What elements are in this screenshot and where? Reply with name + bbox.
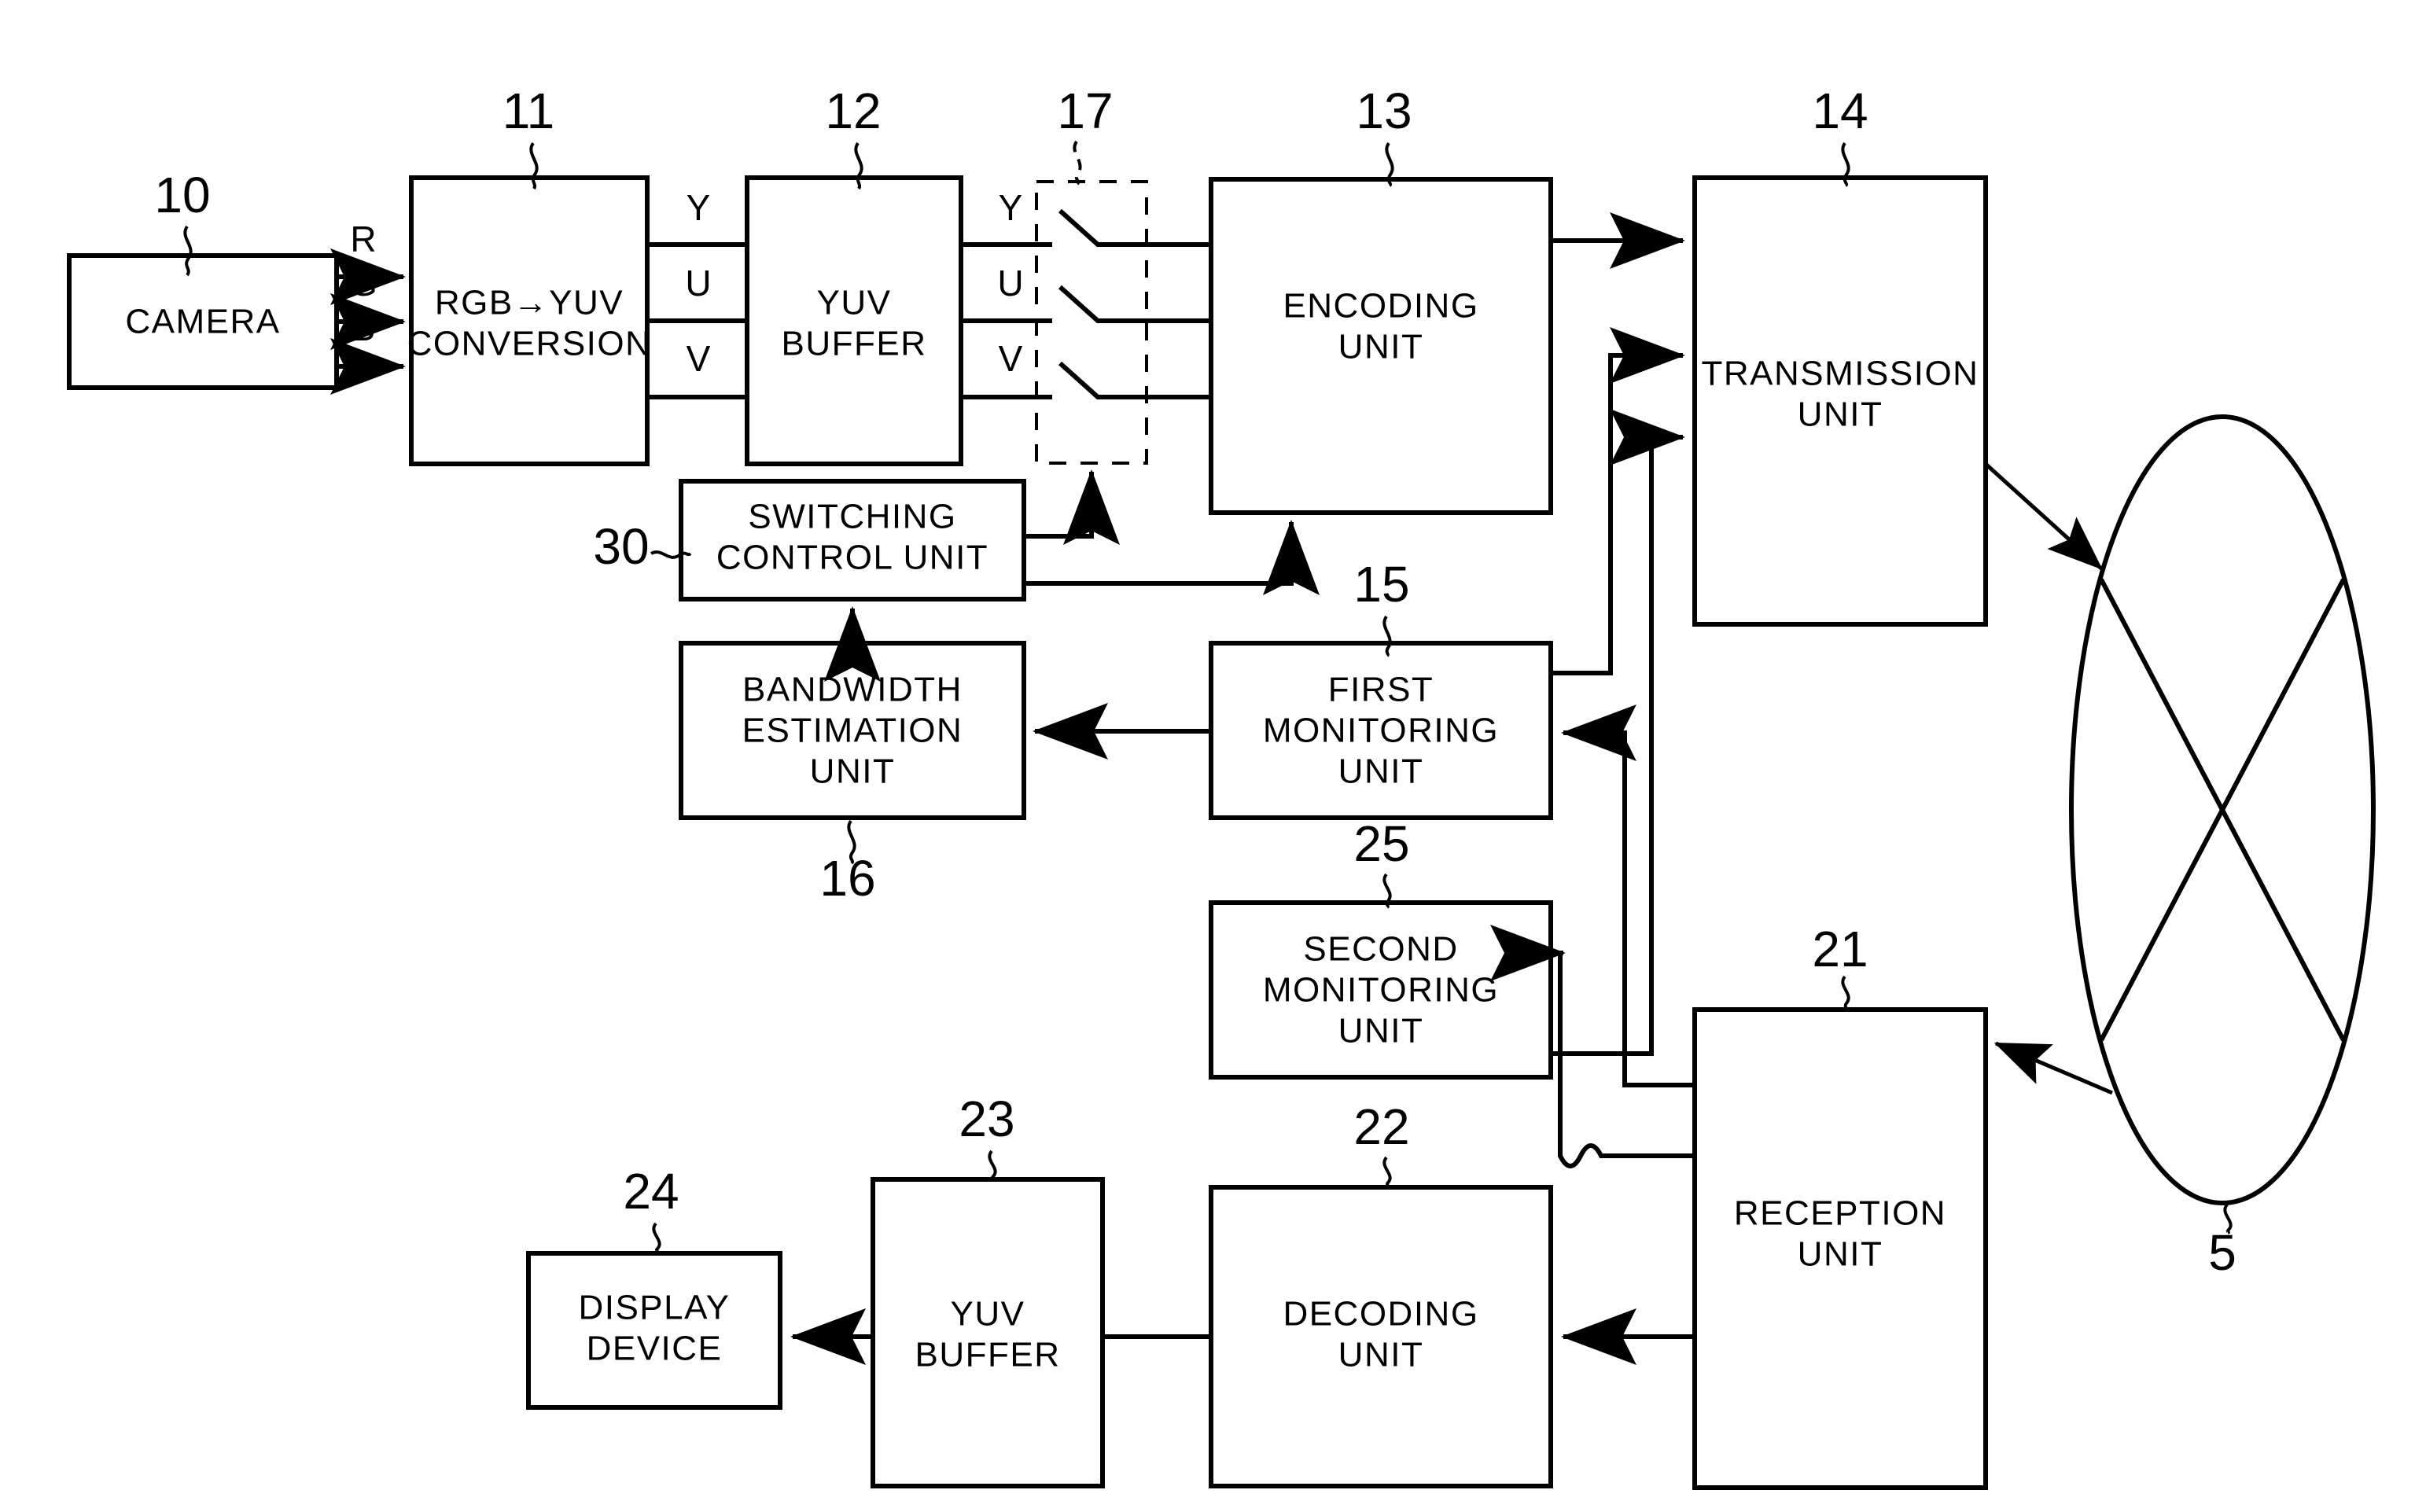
ref-numeral-15: 15 [1353, 556, 1409, 613]
ref-numeral-11: 11 [503, 83, 554, 139]
display-device-label-line2: DEVICE [587, 1330, 723, 1368]
rgb-yuv-conversion-label-line2: CONVERSION [407, 325, 652, 363]
camera-label: CAMERA [125, 303, 280, 341]
switching-control-unit-label-line1: SWITCHING [748, 498, 956, 536]
ref-numeral-30: 30 [593, 518, 649, 575]
signal-label-b: B [352, 307, 376, 348]
ref-numeral-16: 16 [819, 850, 875, 907]
second-monitoring-unit-label-line3: UNIT [1338, 1012, 1424, 1050]
yuv-buffer-rx-label-line1: YUV [951, 1295, 1025, 1334]
signal-label-conv-u: U [685, 263, 711, 304]
display-device-label-line1: DISPLAY [578, 1289, 730, 1327]
reception-unit-label-line2: UNIT [1798, 1235, 1883, 1274]
rgb-yuv-conversion-label-line1: RGB→YUV [435, 284, 624, 322]
signal-label-buf-u: U [997, 263, 1023, 304]
decoding-unit-label-line2: UNIT [1338, 1336, 1424, 1374]
ref-numeral-24: 24 [623, 1163, 679, 1220]
yuv-buffer-tx-label-line2: BUFFER [782, 325, 927, 363]
transmission-unit-label-line2: UNIT [1798, 395, 1883, 434]
encoding-unit-label-line1: ENCODING [1283, 287, 1478, 326]
ref-numeral-22: 22 [1353, 1098, 1409, 1155]
signal-label-conv-y: Y [687, 187, 711, 228]
signal-label-buf-v: V [999, 338, 1023, 379]
reception-unit-label-line1: RECEPTION [1734, 1194, 1946, 1233]
encoding-unit-label-line2: UNIT [1338, 328, 1424, 366]
ref-numeral-13: 13 [1356, 83, 1412, 139]
switching-control-unit-label-line2: CONTROL UNIT [716, 539, 988, 577]
ref-numeral-10: 10 [154, 167, 210, 223]
signal-label-buf-y: Y [999, 187, 1023, 228]
bandwidth-estimation-unit-label-line2: ESTIMATION [742, 712, 963, 750]
signal-label-g: G [349, 263, 377, 304]
ref-numeral-5: 5 [2208, 1224, 2236, 1281]
ref-numeral-21: 21 [1812, 921, 1868, 977]
first-monitoring-unit-label-line2: MONITORING [1263, 712, 1499, 750]
decoding-unit-label-line1: DECODING [1283, 1295, 1478, 1334]
transmission-unit-label-line1: TRANSMISSION [1702, 355, 1979, 393]
ref-numeral-25: 25 [1353, 815, 1409, 872]
second-monitoring-unit-label-line1: SECOND [1303, 930, 1458, 969]
ref-numeral-17: 17 [1057, 83, 1113, 139]
yuv-buffer-tx-label-line1: YUV [817, 284, 892, 322]
signal-label-conv-v: V [687, 338, 711, 379]
first-monitoring-unit-label-line3: UNIT [1338, 752, 1424, 791]
patent-block-diagram: CAMERA 10 RGB→YUV CONVERSION 11 R G B YU… [0, 0, 2415, 1512]
signal-label-r: R [350, 219, 376, 259]
second-monitoring-unit-label-line2: MONITORING [1263, 971, 1499, 1010]
bandwidth-estimation-unit-label-line1: BANDWIDTH [742, 671, 963, 709]
yuv-buffer-rx-label-line2: BUFFER [915, 1336, 1061, 1374]
ref-numeral-12: 12 [825, 83, 881, 139]
bandwidth-estimation-unit-label-line3: UNIT [810, 752, 896, 791]
ref-numeral-23: 23 [959, 1091, 1014, 1147]
first-monitoring-unit-label-line1: FIRST [1328, 671, 1434, 709]
ref-numeral-14: 14 [1812, 83, 1868, 139]
